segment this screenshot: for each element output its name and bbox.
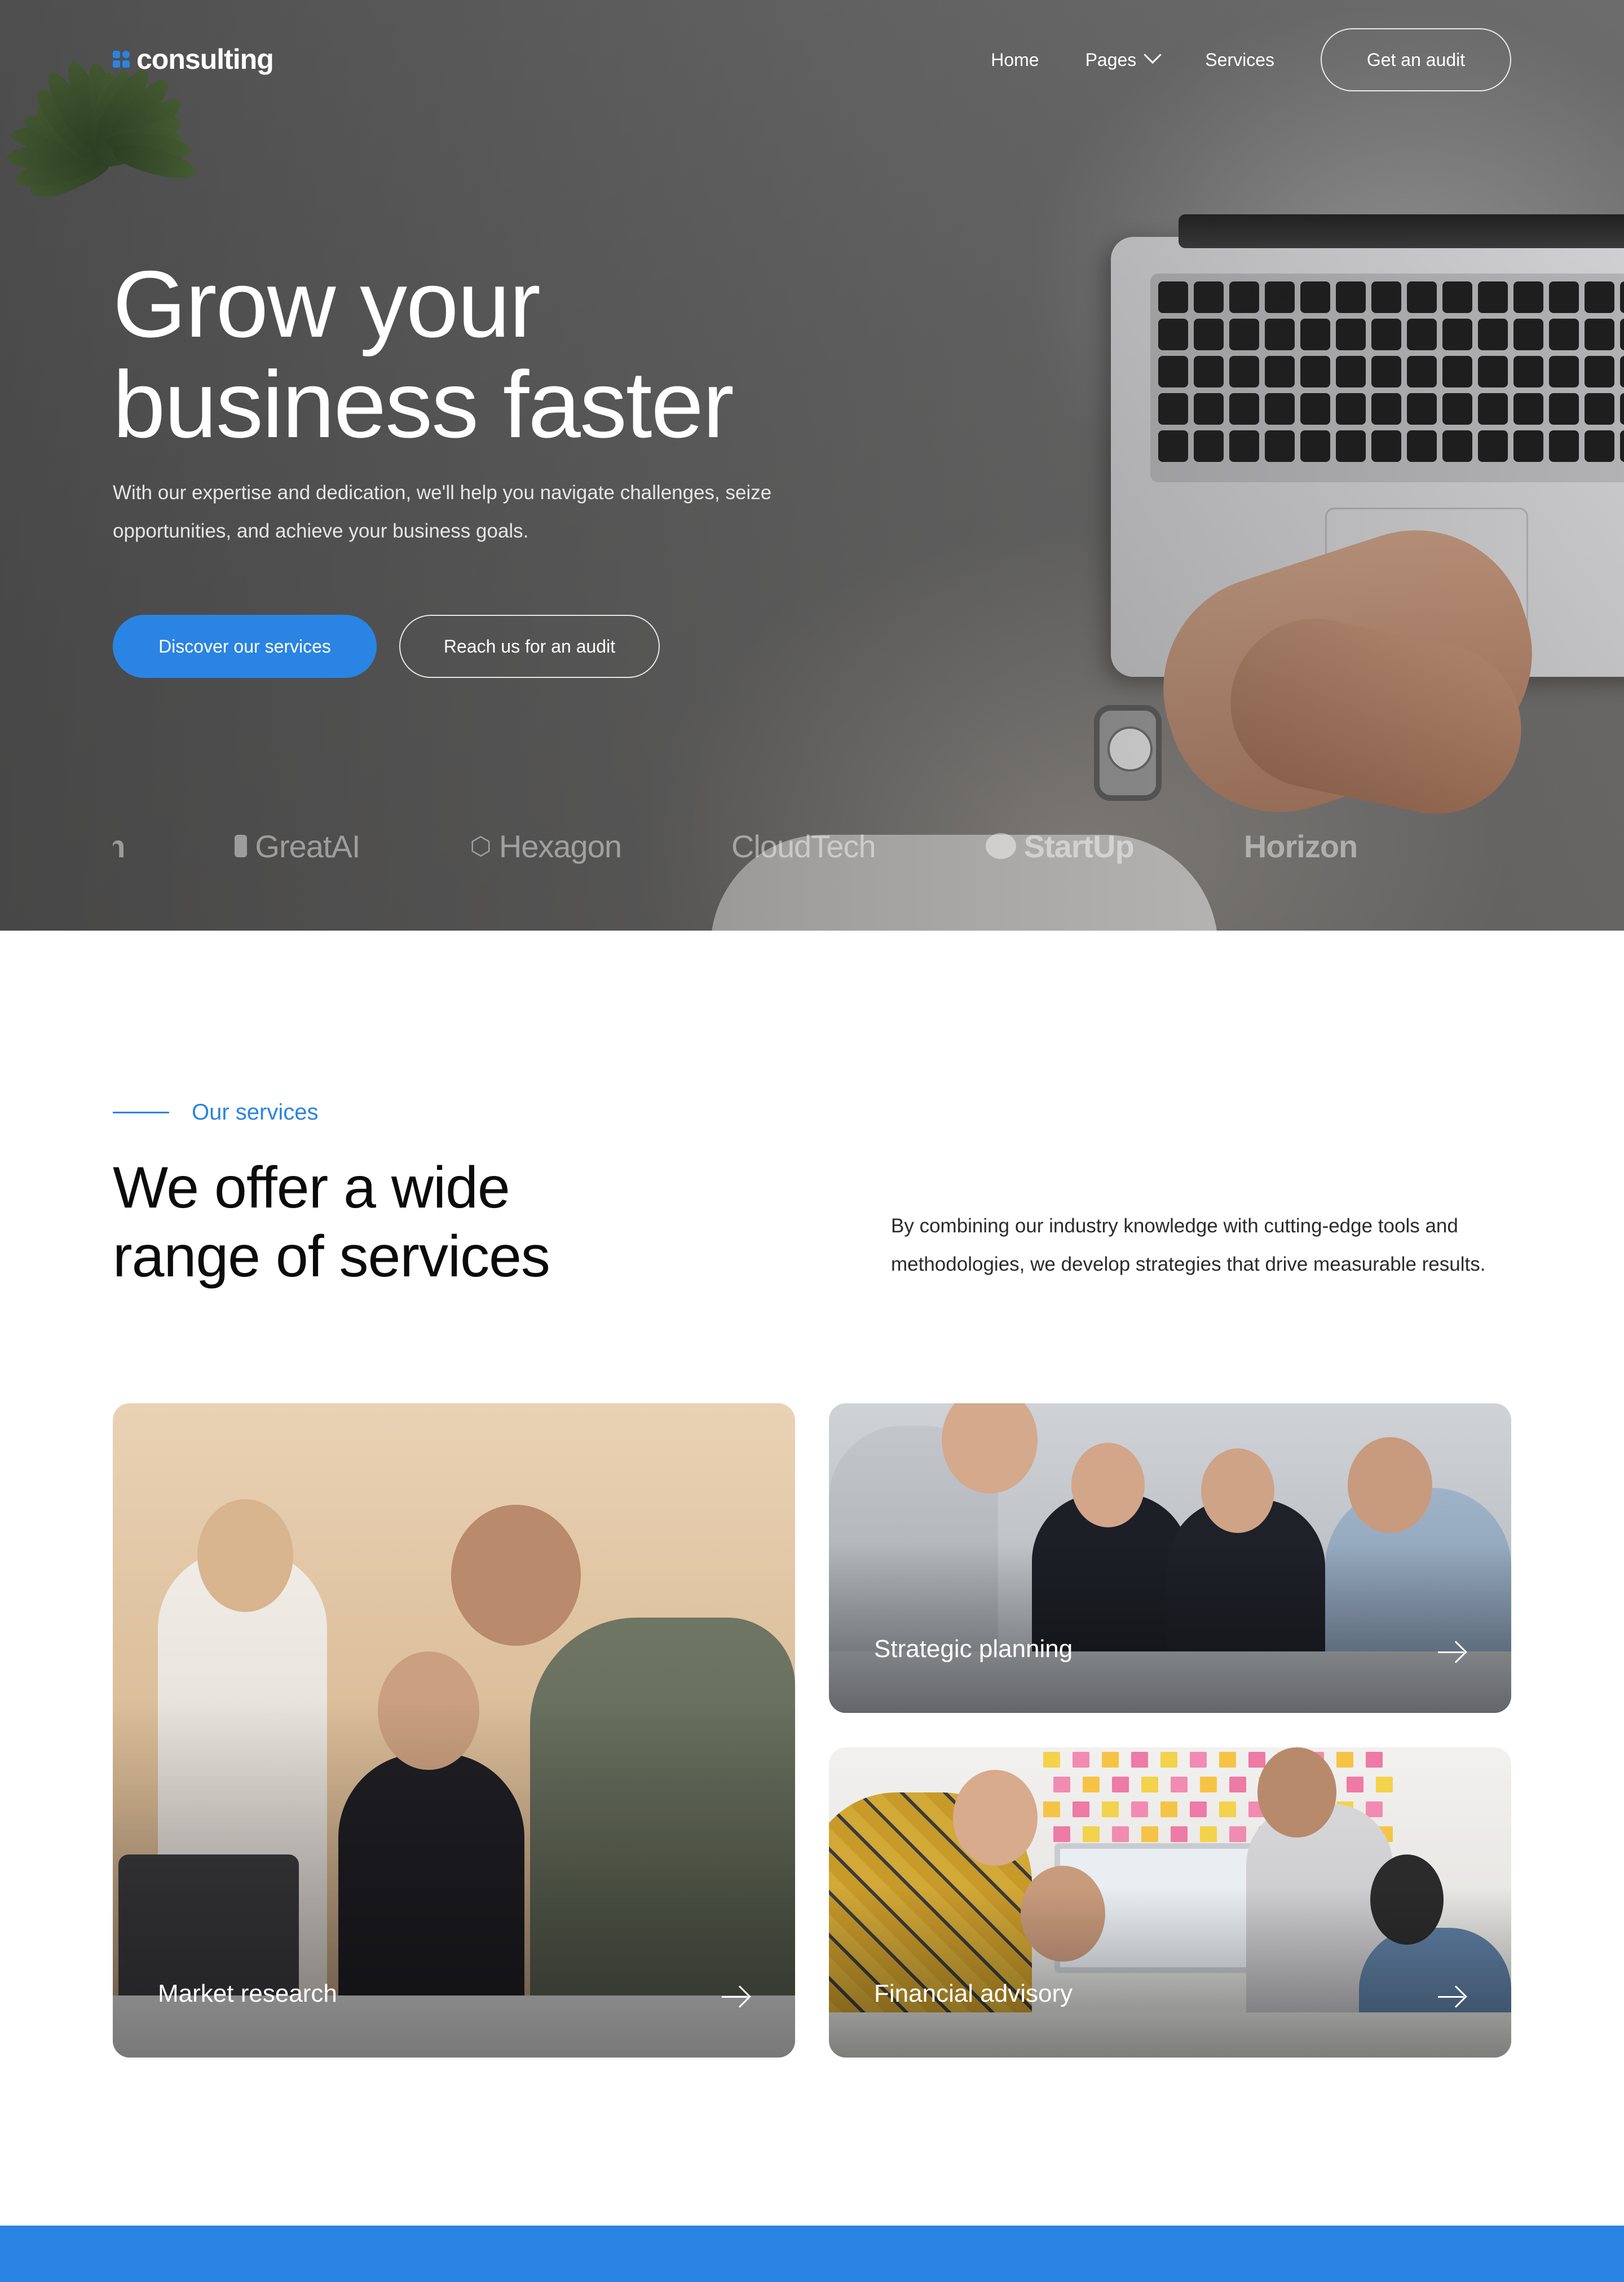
partner-logo-greatai: GreatAI [235, 828, 360, 865]
hero-title-line-1: Grow your [113, 251, 541, 357]
hero-section: consulting Home Pages Services Get an au… [0, 0, 1624, 931]
hero-title: Grow your business faster [113, 254, 959, 455]
pill-icon [235, 835, 248, 857]
partner-logos: Horizon GreatAI ⬡ Hexagon CloudTech Star… [113, 823, 1511, 869]
eyebrow-divider [113, 1112, 169, 1113]
services-description: By combining our industry knowledge with… [891, 1215, 1486, 1275]
card-label: Market research [158, 1980, 337, 2007]
services-title: We offer a wide range of services [113, 1153, 733, 1291]
partner-logo-startup: StartUp [985, 828, 1135, 865]
reach-audit-button[interactable]: Reach us for an audit [399, 615, 660, 678]
services-title-line-1: We offer a wide [113, 1155, 510, 1221]
partner-logo-hexagon: ⬡ Hexagon [470, 828, 622, 865]
partner-logo-horizon: Horizon [113, 828, 125, 865]
hero-title-line-2: business faster [113, 351, 734, 457]
brand-logo[interactable]: consulting [113, 39, 274, 79]
partner-logo-label: Horizon [113, 828, 125, 864]
services-title-line-2: range of services [113, 1224, 550, 1289]
blob-icon [985, 833, 1016, 859]
get-audit-button[interactable]: Get an audit [1321, 28, 1511, 91]
service-card-market-research[interactable]: Market research [113, 1403, 795, 2058]
partner-logo-label: Hexagon [498, 828, 622, 864]
footer-band [0, 2226, 1624, 2282]
partner-logo-horizon-repeat: Horizon [1243, 828, 1358, 865]
partner-logo-label: Horizon [1243, 828, 1358, 864]
discover-services-button[interactable]: Discover our services [113, 615, 377, 678]
chevron-down-icon [1144, 46, 1162, 64]
partner-logo-label: StartUp [1023, 828, 1135, 864]
partner-logo-cloudtech: CloudTech [731, 828, 876, 865]
partner-logo-label: CloudTech [731, 828, 876, 864]
card-label: Financial advisory [874, 1980, 1073, 2007]
services-eyebrow-text: Our services [192, 1100, 319, 1125]
nav-link-pages[interactable]: Pages [1085, 46, 1162, 71]
hexagon-icon: ⬡ [470, 832, 491, 860]
service-card-strategic-planning[interactable]: Strategic planning [829, 1403, 1511, 1713]
arrow-right-icon [1438, 1641, 1467, 1663]
logo-mark-icon [113, 51, 130, 68]
card-label: Strategic planning [874, 1635, 1073, 1663]
nav-link-home[interactable]: Home [991, 50, 1039, 71]
partner-logo-label: GreatAI [255, 828, 360, 864]
nav-link-pages-label: Pages [1085, 49, 1137, 70]
brand-name: consulting [136, 43, 274, 75]
hero-subtitle: With our expertise and dedication, we'll… [113, 482, 772, 542]
nav-link-services[interactable]: Services [1205, 50, 1274, 71]
service-card-financial-advisory[interactable]: Financial advisory [829, 1747, 1511, 2058]
services-eyebrow: Our services [113, 1100, 319, 1125]
arrow-right-icon [1438, 1985, 1467, 2008]
main-nav: Home Pages Services Get an audit [991, 28, 1511, 91]
arrow-right-icon [722, 1985, 751, 2008]
